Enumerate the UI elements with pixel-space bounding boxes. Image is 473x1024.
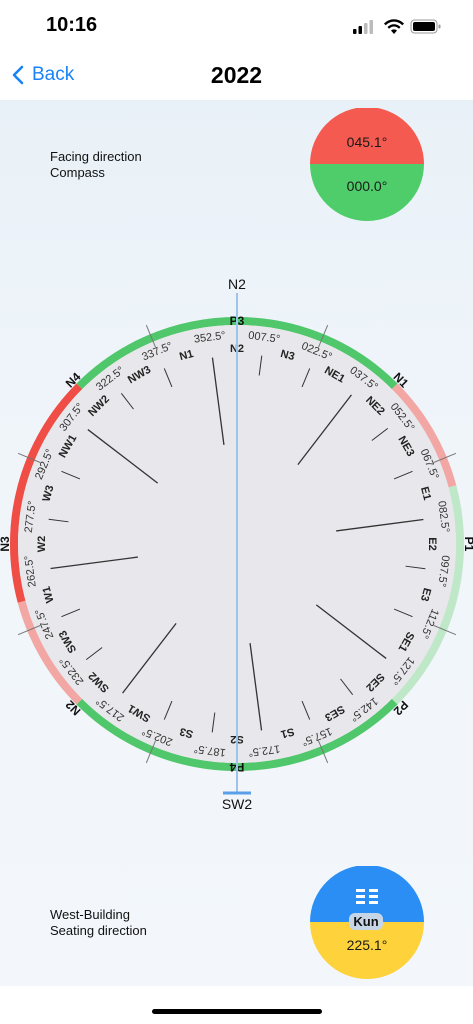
- needle-top-label: N2: [228, 276, 246, 292]
- outer-direction-label: N3: [0, 536, 12, 552]
- seating-direction-badge: Kun 225.1°: [310, 866, 424, 979]
- mountain-label: E2: [426, 537, 438, 550]
- home-indicator: [152, 1009, 322, 1014]
- trigram-name: Kun: [353, 914, 378, 929]
- mountain-label: W2: [36, 536, 48, 553]
- outer-direction-label: P1: [462, 537, 473, 552]
- seating-degree-value: 225.1°: [347, 937, 388, 953]
- facing-compass-value: 045.1°: [347, 134, 388, 150]
- compass-graphic: 045.1° 000.0° Kun 225.1° N2N3NE1NE2NE3E1…: [0, 108, 473, 979]
- needle-bottom-label: SW2: [222, 796, 253, 812]
- bottom-safe-area: [0, 986, 473, 1024]
- facing-direction-badge: 045.1° 000.0°: [310, 108, 424, 221]
- facing-offset-value: 000.0°: [347, 178, 388, 194]
